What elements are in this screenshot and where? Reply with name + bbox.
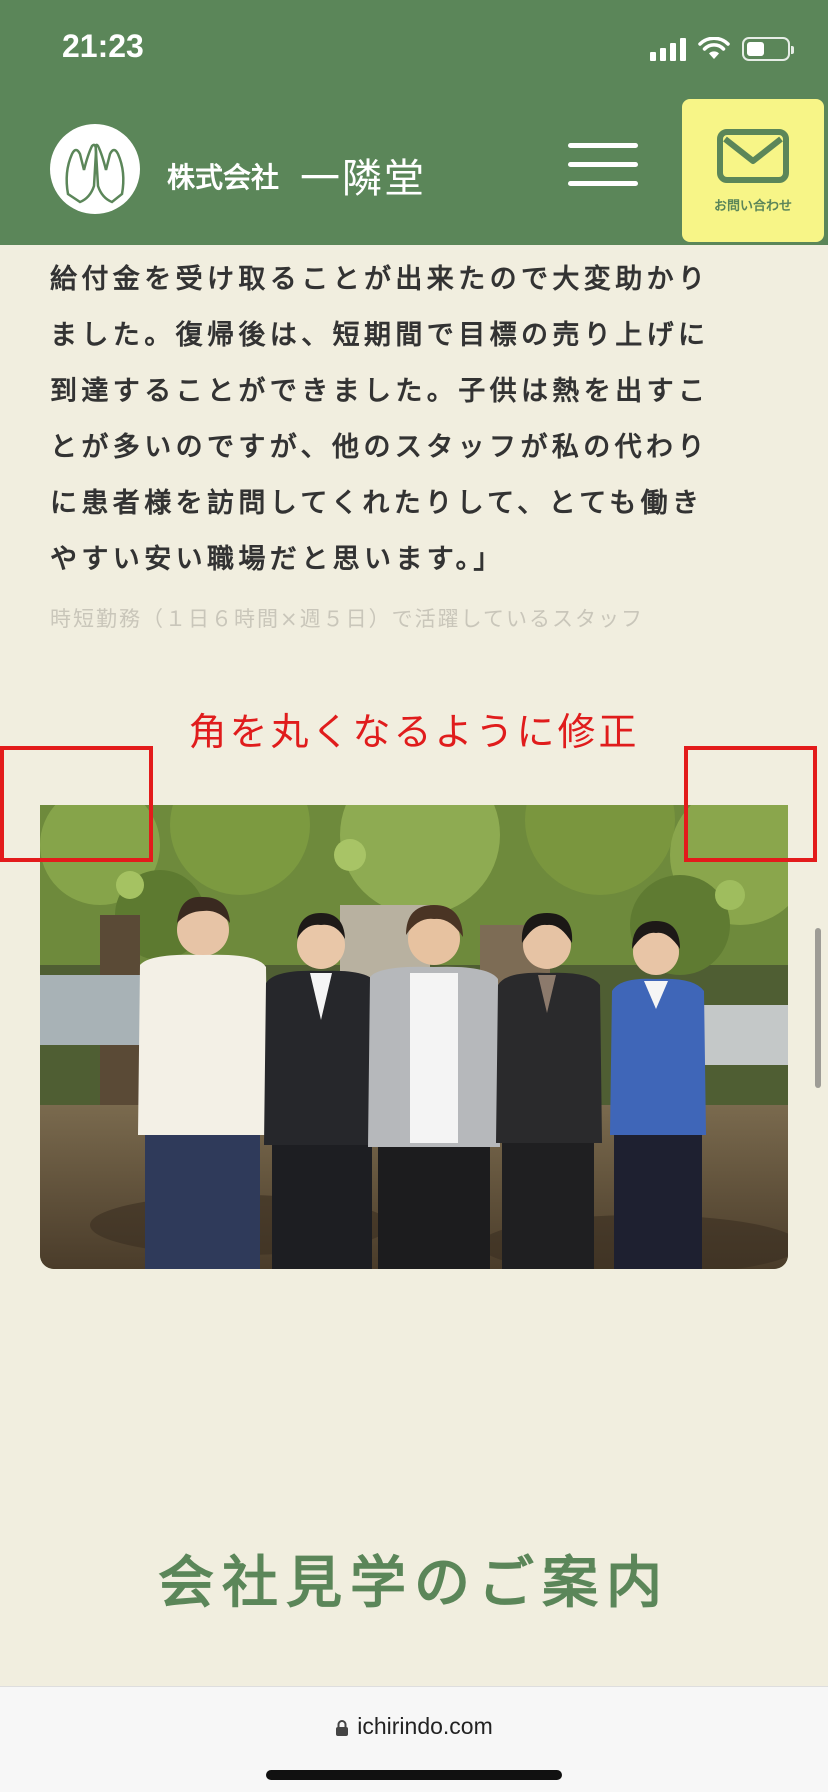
staff-group-photo <box>40 805 788 1269</box>
testimonial-line: 到達することができました。子供は熱を出すこ <box>50 376 710 407</box>
corner-highlight-left <box>0 746 153 862</box>
status-time: 21:23 <box>62 28 144 64</box>
url-display[interactable]: ichirindo.com <box>0 1713 828 1740</box>
logo-company-prefix: 株式会社 <box>167 161 280 194</box>
battery-icon <box>742 37 794 61</box>
mail-icon <box>717 129 789 183</box>
lock-icon <box>336 1719 349 1736</box>
testimonial-line: とが多いのですが、他のスタッフが私の代わり <box>50 432 709 463</box>
logo-company-name: 一隣堂 <box>300 156 426 202</box>
home-indicator <box>266 1770 562 1780</box>
testimonial-line: 給付金を受け取ることが出来たので大変助かり <box>50 264 710 295</box>
logo-hands-icon[interactable] <box>50 124 140 214</box>
testimonial-line: ました。復帰後は、短期間で目標の売り上げに <box>50 320 710 351</box>
testimonial-text: 給付金を受け取ることが出来たので大変助かり ました。復帰後は、短期間で目標の売り… <box>50 252 790 588</box>
browser-address-bar[interactable]: ichirindo.com <box>0 1686 828 1792</box>
site-header: 21:23 株式会社 一隣堂 お問い合わせ <box>0 0 828 245</box>
corner-highlight-right <box>684 746 817 862</box>
cellular-signal-icon <box>650 37 686 61</box>
contact-button[interactable]: お問い合わせ <box>682 99 824 242</box>
wifi-icon <box>698 37 730 59</box>
hamburger-menu-icon[interactable] <box>568 143 638 187</box>
testimonial-line: やすい安い職場だと思います。」 <box>50 544 505 575</box>
testimonial-line: に患者様を訪問してくれたりして、とても働き <box>50 488 704 519</box>
contact-label: お問い合わせ <box>713 199 792 214</box>
url-text: ichirindo.com <box>357 1713 493 1739</box>
status-icons <box>650 34 794 64</box>
page-scrollbar[interactable] <box>815 928 821 1088</box>
testimonial-caption: 時短勤務（１日６時間×週５日）で活躍しているスタッフ <box>50 607 644 631</box>
section-title-company-tour: 会社見学のご案内 <box>158 1551 670 1616</box>
